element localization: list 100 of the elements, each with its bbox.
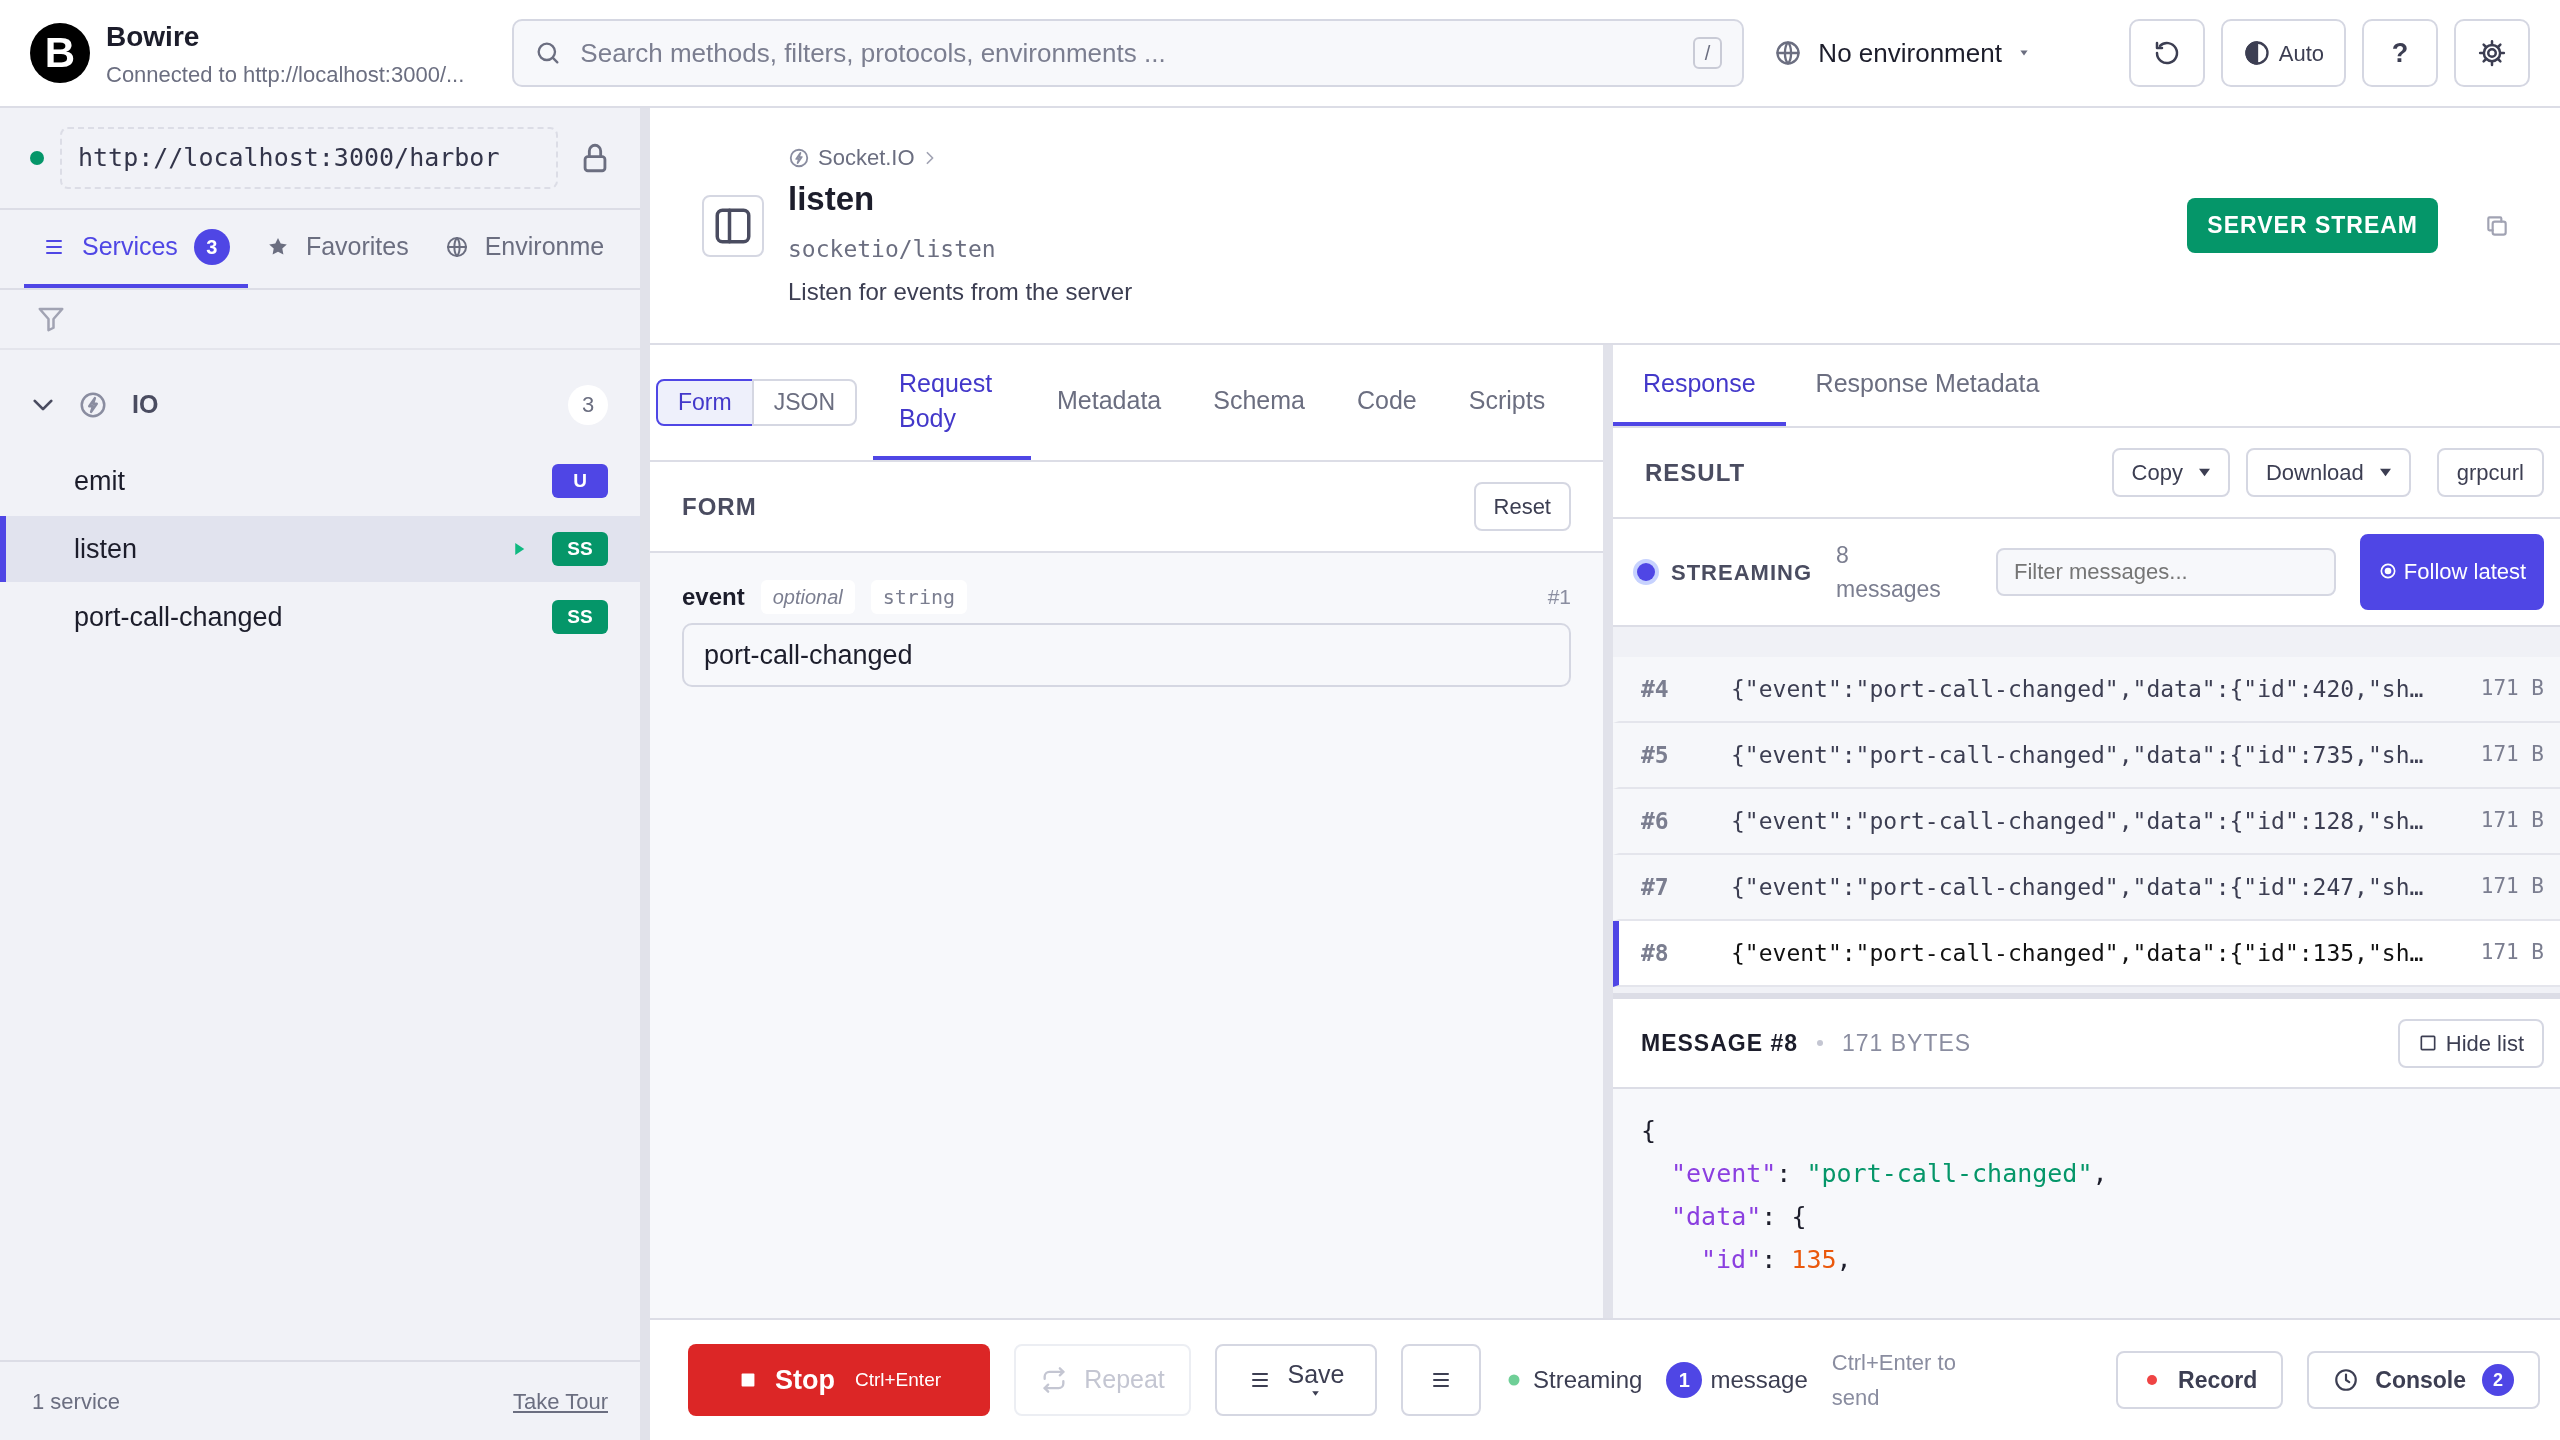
method-item[interactable]: emit U xyxy=(0,448,640,514)
request-tab[interactable]: Code xyxy=(1331,345,1443,460)
section-title: FORM xyxy=(682,491,757,522)
shortcut-key: / xyxy=(1692,37,1723,69)
request-tab[interactable]: Request Body xyxy=(873,345,1031,460)
message-preview: {"event":"port-call-changed","data":{"id":135,"sh… xyxy=(1731,938,2425,968)
count-badge: 1 xyxy=(1666,1362,1703,1398)
message-index: #7 xyxy=(1641,872,1670,902)
contrast-icon xyxy=(2242,39,2271,67)
message-title: MESSAGE #8 xyxy=(1641,1028,1798,1058)
method-type-badge: SS xyxy=(552,600,608,634)
message-count: 8 xyxy=(1836,540,1850,570)
code-line: "id": 135, xyxy=(1700,1244,1852,1276)
field-label: event xyxy=(682,582,745,612)
code-line: "event": "port-call-changed", xyxy=(1670,1158,2108,1190)
logo: B xyxy=(30,23,90,83)
lightning-icon xyxy=(788,146,810,169)
message-row[interactable]: #6 {"event":"port-call-changed","data":{"id":128,"sh… 171 B xyxy=(1613,789,2560,855)
code-line: "data": { xyxy=(1670,1201,1807,1233)
app-name: Bowire xyxy=(106,19,201,54)
method-path: socketio/listen xyxy=(788,234,997,264)
message-size: 171 B xyxy=(2480,873,2544,901)
service-count: 1 service xyxy=(32,1387,121,1416)
method-title: listen xyxy=(788,179,876,219)
theme-button[interactable]: Auto xyxy=(2220,19,2346,87)
message-row[interactable]: #7 {"event":"port-call-changed","data":{"id":247,"sh… 171 B xyxy=(1613,855,2560,921)
method-type-badge: U xyxy=(552,464,608,498)
splitter-handle[interactable] xyxy=(1603,345,1613,1318)
message-preview: {"event":"port-call-changed","data":{"id":247,"sh… xyxy=(1731,872,2425,902)
mode-toggle[interactable]: JSON xyxy=(751,379,857,426)
method-type-badge: SS xyxy=(552,532,608,566)
section-title: RESULT xyxy=(1645,457,1746,488)
message-index: #4 xyxy=(1641,674,1670,704)
reset-button[interactable]: Reset xyxy=(1473,482,1571,531)
follow-toggle[interactable]: Follow latest xyxy=(2360,534,2544,610)
globe-icon xyxy=(444,235,469,259)
message-count-label: messages xyxy=(1836,575,1941,604)
method-name: listen xyxy=(74,532,138,566)
panel-icon xyxy=(702,194,764,257)
count-badge: 3 xyxy=(193,229,230,265)
type-tag: string xyxy=(870,580,967,614)
optional-tag: optional xyxy=(760,580,855,614)
clock-icon xyxy=(2333,1367,2360,1393)
globe-icon xyxy=(1774,39,1803,67)
action-button[interactable]: Download xyxy=(2245,448,2411,497)
message-size: 171 B xyxy=(2480,807,2544,835)
stream-dot xyxy=(1637,563,1655,581)
lightning-icon xyxy=(78,390,108,420)
environment-selector[interactable]: No environment xyxy=(1768,32,2036,74)
save-button[interactable]: Save xyxy=(1215,1344,1377,1416)
settings-icon xyxy=(2477,38,2507,68)
code-line: { xyxy=(1641,1115,1657,1147)
stream-status: STREAMING xyxy=(1671,558,1812,587)
action-button[interactable]: grpcurl xyxy=(2436,448,2544,497)
record-button[interactable]: Record xyxy=(2116,1351,2284,1409)
message-index: #8 xyxy=(1641,938,1670,968)
connection-status: Connected to http://localhost:3000/... xyxy=(106,60,465,89)
message-index: #5 xyxy=(1641,740,1670,770)
message-preview: {"event":"port-call-changed","data":{"id":735,"sh… xyxy=(1731,740,2425,770)
action-button[interactable]: Copy xyxy=(2111,448,2230,497)
response-tab[interactable]: Response Metadata xyxy=(1785,345,2070,426)
message-index: #6 xyxy=(1641,806,1670,836)
search-bar[interactable]: Search methods, filters, protocols, environments ... / xyxy=(512,19,1745,87)
text-field[interactable]: port-call-changed xyxy=(682,623,1571,687)
request-tab[interactable]: Schema xyxy=(1187,345,1331,460)
sidebar-tab[interactable]: Environme xyxy=(426,210,623,288)
count-badge: 2 xyxy=(2482,1364,2514,1396)
search-field[interactable]: Search methods, filters, protocols, environments ... xyxy=(578,32,1677,74)
message-size: 171 B xyxy=(2480,741,2544,769)
take-tour-link[interactable]: Take Tour xyxy=(513,1384,608,1418)
settings-button[interactable] xyxy=(2454,19,2530,87)
method-description: Listen for events from the server xyxy=(788,277,1133,307)
refresh-button[interactable] xyxy=(2128,19,2205,87)
request-tab[interactable]: Scripts xyxy=(1442,345,1572,460)
sidebar-tab[interactable]: Favorites xyxy=(247,210,427,288)
filter-field[interactable]: Filter messages... xyxy=(1996,548,2336,596)
message-row[interactable]: #8 {"event":"port-call-changed","data":{"id":135,"sh… 171 B xyxy=(1613,921,2560,987)
stop-button[interactable]: Stop Ctrl+Enter xyxy=(688,1344,990,1416)
breadcrumb-link[interactable]: Socket.IO xyxy=(818,141,915,174)
help-button[interactable]: ? xyxy=(2362,19,2438,87)
mode-toggle[interactable]: Form xyxy=(656,379,754,426)
message-row[interactable]: #4 {"event":"port-call-changed","data":{"id":420,"sh… 171 B xyxy=(1613,657,2560,723)
hide-list-button[interactable]: Hide list xyxy=(2397,1018,2544,1068)
console-button[interactable]: Console 2 xyxy=(2307,1351,2540,1409)
method-item[interactable]: port-call-changed SS xyxy=(0,584,640,650)
menu-button[interactable] xyxy=(1401,1344,1481,1416)
stream-status: Streaming xyxy=(1533,1365,1643,1395)
message-row[interactable]: #5 {"event":"port-call-changed","data":{"id":735,"sh… 171 B xyxy=(1613,723,2560,789)
method-name: port-call-changed xyxy=(74,600,283,634)
message-label: message xyxy=(1710,1365,1808,1395)
request-tab[interactable]: Metadata xyxy=(1031,345,1188,460)
splitter-handle[interactable] xyxy=(640,108,650,1440)
message-preview: {"event":"port-call-changed","data":{"id":420,"sh… xyxy=(1731,674,2425,704)
method-item[interactable]: listen SS xyxy=(0,516,640,582)
separator-dot-icon xyxy=(1814,1037,1826,1049)
server-url[interactable]: http://localhost:3000/harbor xyxy=(60,127,558,189)
sidebar-tab[interactable]: Services 3 xyxy=(24,210,248,288)
shortcut-hint: Ctrl+Enter to send xyxy=(1831,1348,1957,1412)
service-group[interactable]: IO 3 xyxy=(0,372,640,438)
response-tab[interactable]: Response xyxy=(1613,345,1786,426)
